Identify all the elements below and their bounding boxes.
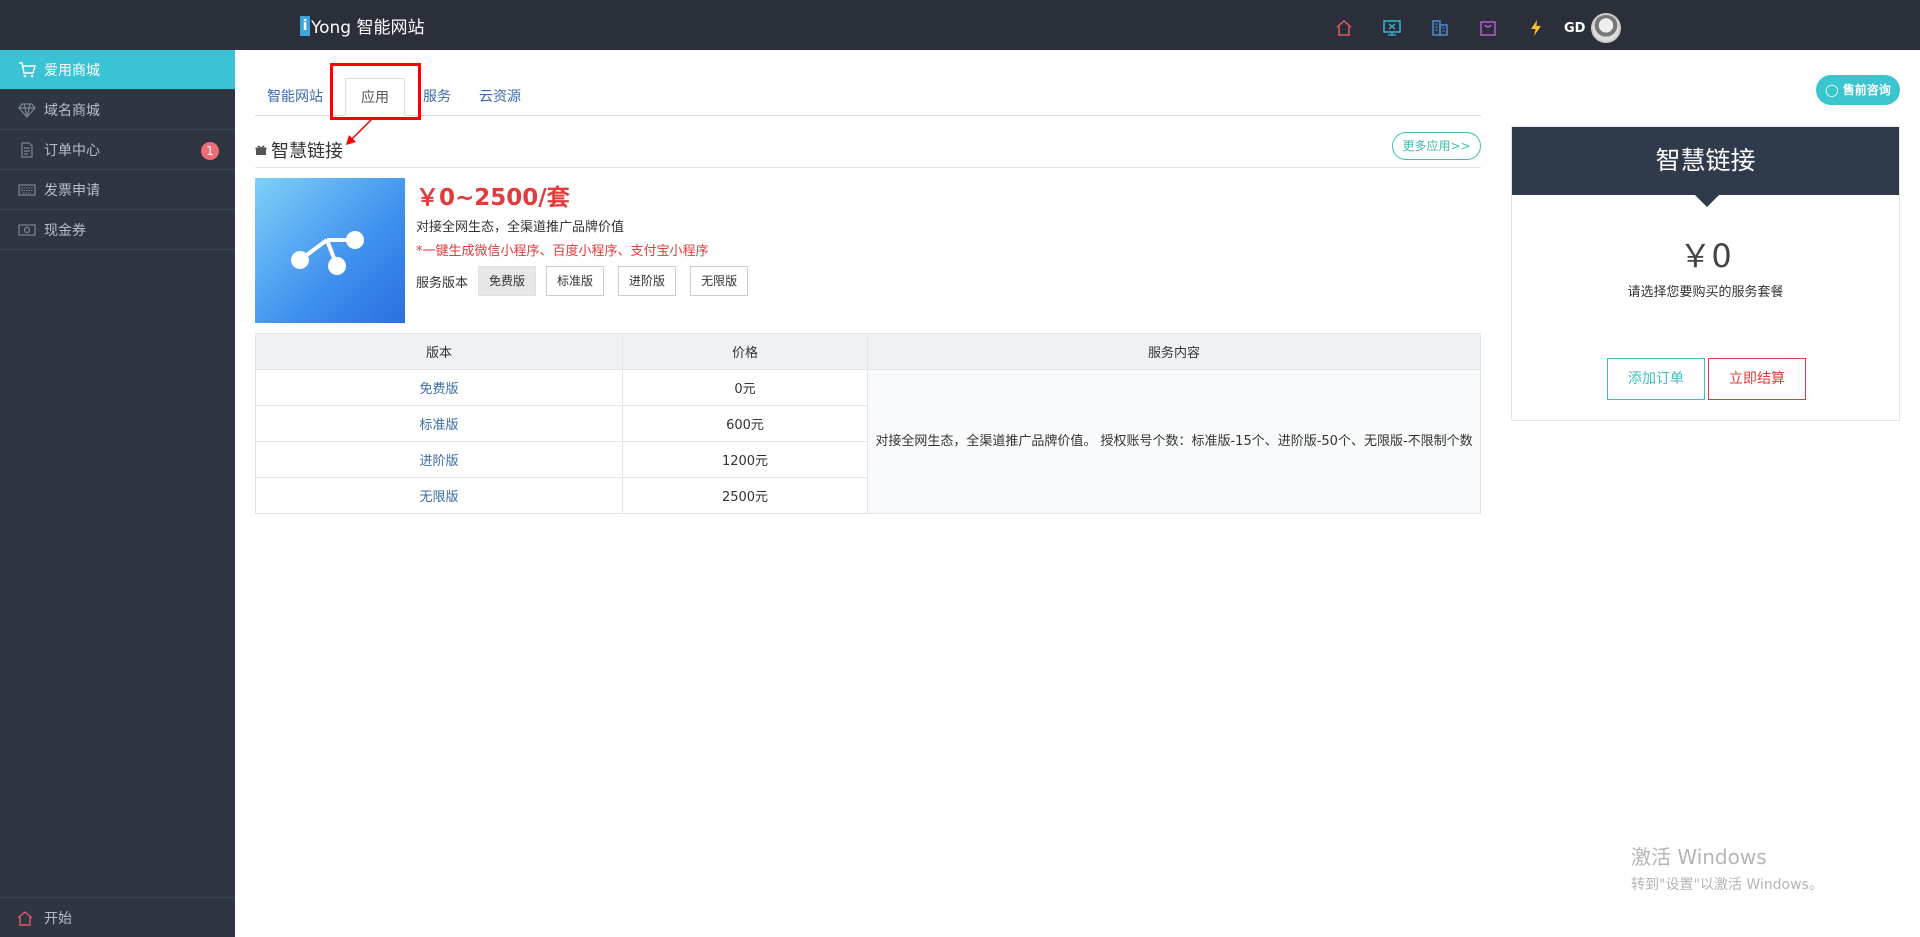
version-unlimited-button[interactable]: 无限版 [690,266,749,296]
brand-logo[interactable]: i Yong 智能网站 [300,13,425,38]
windows-activation-watermark: 激活 Windows 转到"设置"以激活 Windows。 [1631,841,1823,894]
sidebar-item-cash-coupon[interactable]: 现金券 [0,210,235,250]
product-image [255,178,405,323]
card-pointer [1695,195,1719,207]
table-cell-price: 1200元 [622,441,868,478]
table-cell-version[interactable]: 无限版 [255,477,623,514]
watermark-line1: 激活 Windows [1631,845,1767,869]
table-cell-price: 2500元 [622,477,868,514]
table-cell-version[interactable]: 标准版 [255,405,623,442]
price-table: 版本 价格 服务内容 免费版 0元 对接全网生态，全渠道推广品牌价值。 授权账号… [255,333,1481,514]
checkout-button[interactable]: 立即结算 [1708,358,1806,400]
sidebar-item-label: 爱用商城 [44,62,100,79]
table-cell-version[interactable]: 进阶版 [255,441,623,478]
product-price: ￥0~2500/套 [416,185,570,211]
cart-icon [16,61,38,79]
watermark-line2: 转到"设置"以激活 Windows。 [1631,877,1823,893]
add-order-button[interactable]: 添加订单 [1607,358,1705,400]
brand-i: i [300,15,310,36]
table-header-version: 版本 [255,333,623,370]
tab-services[interactable]: 服务 [417,78,457,116]
table-header-price: 价格 [622,333,868,370]
version-free-button[interactable]: 免费版 [478,266,537,296]
tab-apps[interactable]: 应用 [345,78,405,116]
table-cell-price: 0元 [622,369,868,406]
card-price: ￥0 [1679,237,1732,275]
lightning-icon[interactable] [1524,16,1548,40]
keyboard-icon [16,181,38,199]
sidebar-item-label: 域名商城 [44,102,100,119]
top-bar: i Yong 智能网站 GD [0,0,1920,50]
sidebar-item-invoice[interactable]: 发票申请 [0,170,235,210]
avatar[interactable] [1591,13,1622,43]
headset-icon: ◯ [1825,83,1839,97]
link-icon [291,231,364,275]
product-highlight: *一键生成微信小程序、百度小程序、支付宝小程序 [416,244,709,259]
order-count-badge: 1 [201,142,219,160]
tab-smart-website[interactable]: 智能网站 [265,78,325,116]
more-apps-button[interactable]: 更多应用>> [1392,132,1481,160]
sidebar-item-orders[interactable]: 订单中心 1 [0,130,235,170]
version-label: 服务版本 [416,275,469,291]
sidebar-item-label: 订单中心 [44,142,100,159]
tab-cloud-resources[interactable]: 云资源 [475,78,525,116]
home-icon[interactable] [1332,16,1356,40]
brand-text: Yong 智能网站 [311,18,425,38]
table-cell-version[interactable]: 免费版 [255,369,623,406]
presale-label: 售前咨询 [1842,83,1891,97]
cash-icon [16,221,38,239]
diamond-icon [16,101,38,119]
top-icons: GD [1332,13,1622,43]
sidebar-item-label: 现金券 [44,222,86,239]
sidebar-item-mall[interactable]: 爱用商城 [0,50,235,90]
table-header-content: 服务内容 [867,333,1481,370]
card-title: 智慧链接 [1512,127,1899,195]
table-cell-price: 600元 [622,405,868,442]
user-name[interactable]: GD [1564,21,1585,36]
sidebar-start-label: 开始 [44,910,72,927]
gift-icon [255,144,267,155]
card-tip: 请选择您要购买的服务套餐 [1627,285,1784,300]
section-header: 智慧链接 [255,132,1481,168]
version-standard-button[interactable]: 标准版 [546,266,605,296]
version-selector: 服务版本 免费版 标准版 进阶版 无限版 [416,266,749,296]
order-summary-card: 智慧链接 ￥0 请选择您要购买的服务套餐 添加订单 立即结算 [1511,126,1900,421]
sidebar: 爱用商城 域名商城 订单中心 1 发票申请 现金券 开始 [0,50,235,937]
sidebar-item-label: 发票申请 [44,182,100,199]
product-description: 对接全网生态，全渠道推广品牌价值 [416,220,625,235]
document-icon [16,141,38,159]
bag-icon[interactable] [1476,16,1500,40]
version-advanced-button[interactable]: 进阶版 [618,266,677,296]
category-tabs: 智能网站 应用 服务 云资源 [255,70,1481,116]
table-row: 免费版 0元 对接全网生态，全渠道推广品牌价值。 授权账号个数：标准版-15个、… [255,369,1481,514]
building-icon[interactable] [1428,16,1452,40]
section-title: 智慧链接 [271,140,343,162]
monitor-icon[interactable] [1380,16,1404,40]
table-cell-service-content: 对接全网生态，全渠道推广品牌价值。 授权账号个数：标准版-15个、进阶版-50个… [867,369,1481,514]
presale-consult-button[interactable]: ◯ 售前咨询 [1816,75,1900,105]
sidebar-start[interactable]: 开始 [0,897,235,937]
home-icon [16,910,38,926]
sidebar-item-domain[interactable]: 域名商城 [0,90,235,130]
